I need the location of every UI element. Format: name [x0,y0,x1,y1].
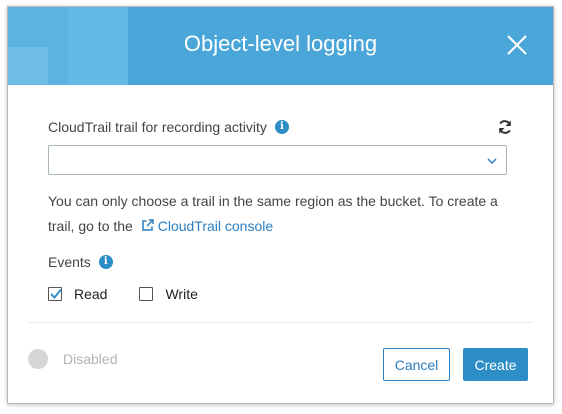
cloudtrail-console-link-label: CloudTrail console [157,218,274,234]
refresh-icon[interactable] [497,119,513,135]
write-label: Write [165,286,198,302]
logging-toggle: Disabled [28,349,117,369]
close-icon[interactable] [505,33,529,57]
checkmark-icon [50,288,62,299]
events-checkboxes: Read Write [48,286,198,302]
dialog-header: Object-level logging [8,7,553,85]
checkbox-box[interactable] [139,287,154,301]
read-label: Read [74,286,108,302]
external-link-icon [141,219,154,231]
info-icon[interactable]: i [274,120,289,134]
read-checkbox[interactable]: Read [48,286,107,302]
dialog-title: Object-level logging [183,31,378,56]
info-icon[interactable]: i [98,255,113,269]
events-label: Events [48,254,91,270]
cancel-button[interactable]: Cancel [383,348,450,381]
trail-help-text: You can only choose a trail in the same … [48,189,510,239]
write-checkbox[interactable]: Write [139,286,198,302]
cloudtrail-console-link[interactable]: CloudTrail console [137,218,273,234]
trail-label: CloudTrail trail for recording activity [48,119,267,135]
events-label-row: Events i [48,254,113,270]
checkbox-box[interactable] [48,287,62,301]
toggle-status-label: Disabled [63,351,118,367]
footer-divider [28,322,533,323]
trail-label-row: CloudTrail trail for recording activity … [48,119,289,135]
chevron-down-icon [487,158,497,165]
toggle-switch[interactable] [28,349,48,369]
object-level-logging-dialog: Object-level logging CloudTrail trail fo… [7,6,554,404]
trail-select[interactable] [48,145,507,175]
create-button[interactable]: Create [463,348,528,381]
